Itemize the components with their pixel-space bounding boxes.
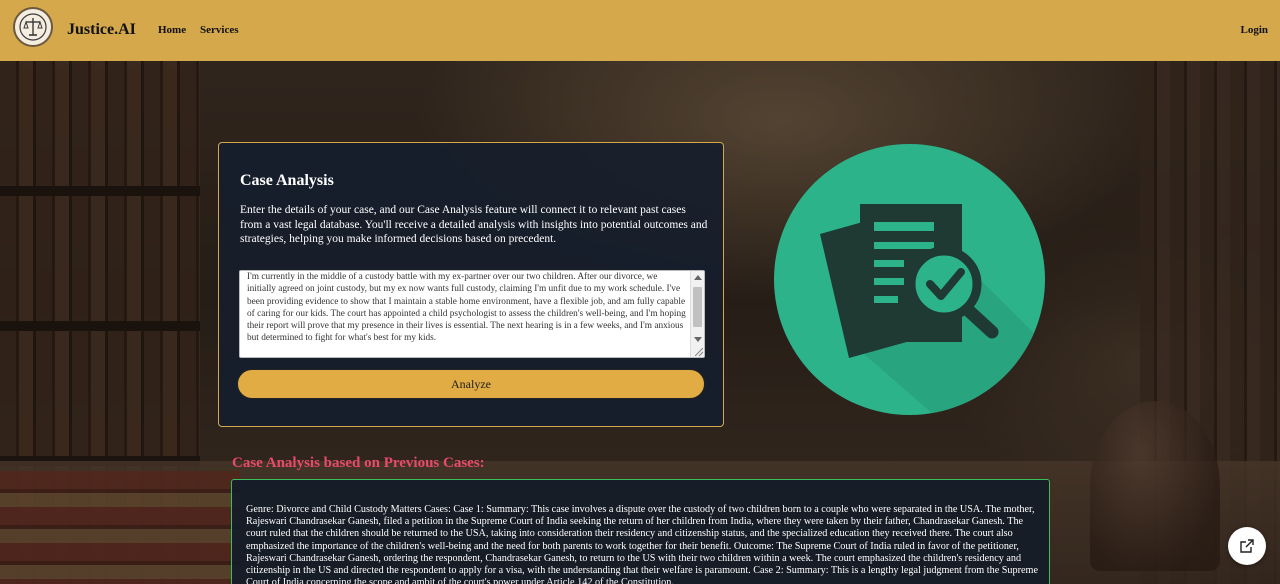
case-analysis-card: Case Analysis Enter the details of your … bbox=[218, 142, 724, 427]
resize-grip-icon[interactable] bbox=[695, 348, 703, 356]
scroll-down-arrow-icon[interactable] bbox=[694, 337, 702, 342]
results-panel: Genre: Divorce and Child Custody Matters… bbox=[231, 479, 1050, 584]
card-description: Enter the details of your case, and our … bbox=[240, 204, 708, 245]
brand-name[interactable]: Justice.AI bbox=[67, 21, 136, 39]
top-navbar: Justice.AI Home Services Login bbox=[0, 0, 1280, 61]
analyze-button[interactable]: Analyze bbox=[237, 369, 705, 399]
results-text: Genre: Divorce and Child Custody Matters… bbox=[246, 504, 1038, 584]
justice-scales-logo-icon[interactable] bbox=[13, 7, 53, 47]
nav-services[interactable]: Services bbox=[200, 24, 238, 36]
case-details-value[interactable]: I'm currently in the middle of a custody… bbox=[247, 271, 687, 345]
scroll-thumb[interactable] bbox=[693, 287, 702, 327]
textarea-scrollbar[interactable] bbox=[690, 271, 704, 357]
results-heading: Case Analysis based on Previous Cases: bbox=[232, 455, 485, 471]
external-link-icon[interactable] bbox=[1228, 527, 1266, 565]
card-title: Case Analysis bbox=[240, 172, 334, 189]
login-link[interactable]: Login bbox=[1240, 24, 1268, 36]
case-details-textarea[interactable]: I'm currently in the middle of a custody… bbox=[239, 270, 705, 358]
nav-home[interactable]: Home bbox=[158, 24, 186, 36]
document-search-check-icon bbox=[774, 144, 1045, 415]
scroll-up-arrow-icon[interactable] bbox=[694, 275, 702, 280]
